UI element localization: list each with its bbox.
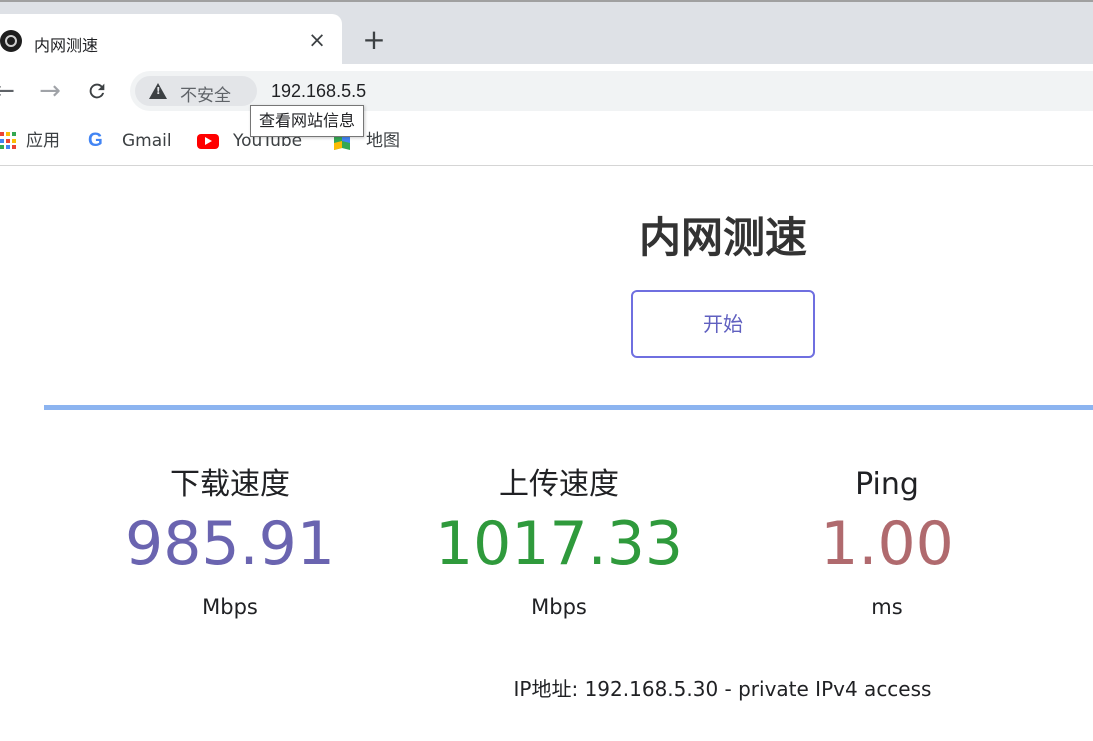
upload-label: 上传速度	[499, 467, 619, 502]
browser-tab[interactable]: 内网测速 ×	[0, 14, 342, 66]
download-unit: Mbps	[202, 595, 258, 619]
upload-unit: Mbps	[531, 595, 587, 619]
ip-info: IP地址: 192.168.5.30 - private IPv4 access	[513, 677, 932, 701]
upload-metric: 上传速度 1017.33 Mbps	[399, 465, 719, 619]
page-title: 内网测速	[638, 213, 807, 262]
tab-strip: 内网测速 × +	[0, 0, 1093, 66]
download-label: 下载速度	[170, 467, 290, 502]
ping-metric: Ping 1.00 ms	[727, 465, 1047, 619]
bookmarks-bar: 应用 G Gmail YouTube 地图	[0, 118, 1093, 166]
bookmark-label: 地图	[366, 131, 400, 151]
download-value: 985.91	[125, 509, 335, 579]
ping-value: 1.00	[820, 509, 954, 579]
browser-toolbar: ← → 不安全 192.168.5.5	[0, 64, 1093, 118]
tab-title: 内网测速	[34, 36, 99, 55]
site-info-tooltip: 查看网站信息	[250, 105, 365, 137]
start-button[interactable]: 开始	[631, 290, 815, 358]
security-label: 不安全	[180, 86, 231, 106]
ping-label: Ping	[855, 467, 919, 502]
security-chip[interactable]: 不安全	[135, 76, 257, 106]
reload-icon	[89, 83, 105, 99]
speedtest-icon	[0, 30, 22, 52]
youtube-icon	[197, 134, 219, 149]
close-tab-icon[interactable]: ×	[305, 28, 329, 52]
back-button[interactable]: ←	[0, 77, 16, 105]
url-text[interactable]: 192.168.5.5	[271, 81, 366, 102]
progress-bar	[44, 405, 1093, 410]
reload-button[interactable]	[85, 77, 109, 105]
progress-fill	[44, 405, 1093, 410]
ping-unit: ms	[871, 595, 903, 619]
warning-icon	[149, 83, 167, 99]
apps-grid-icon	[0, 132, 18, 150]
new-tab-button[interactable]: +	[360, 26, 388, 55]
bookmark-label: 应用	[26, 131, 60, 151]
forward-button[interactable]: →	[38, 77, 62, 105]
download-metric: 下载速度 985.91 Mbps	[70, 465, 390, 619]
bookmark-label: Gmail	[122, 131, 172, 151]
google-icon: G	[88, 130, 103, 151]
upload-value: 1017.33	[434, 509, 684, 579]
